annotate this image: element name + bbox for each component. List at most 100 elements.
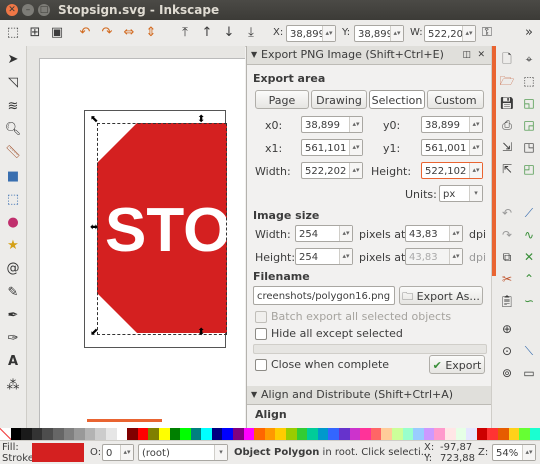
img-height-input[interactable]: 254 ▴▾ xyxy=(295,248,353,265)
palette-swatch[interactable] xyxy=(434,428,445,440)
palette-swatch[interactable] xyxy=(31,428,43,440)
snap-center-icon[interactable]: ◰ xyxy=(520,160,538,178)
palette-swatch[interactable] xyxy=(508,428,520,440)
horizontal-ruler[interactable] xyxy=(27,46,245,59)
x1-input[interactable]: 561,101 ▴▾ xyxy=(301,139,363,156)
overflow-icon[interactable]: » xyxy=(520,24,538,42)
palette-swatch[interactable] xyxy=(10,428,22,440)
palette-swatch[interactable] xyxy=(105,428,117,440)
redo-icon[interactable]: ↷ xyxy=(498,226,516,244)
canvas[interactable]: STO ⬉ ⬍ ⬌ ⬋ ⬍ xyxy=(27,46,245,428)
dialog-close-icon[interactable]: ✕ xyxy=(477,46,485,64)
collapse-icon[interactable]: ▼ xyxy=(251,46,257,64)
zoom-input[interactable]: 54% ▴▾ xyxy=(492,444,536,461)
export-icon[interactable]: ⇱ xyxy=(498,160,516,178)
palette-swatch[interactable] xyxy=(222,428,234,440)
zoom-selection-icon[interactable]: ⊕ xyxy=(498,320,516,338)
scale-handle-bottom-left[interactable]: ⬋ xyxy=(90,327,98,338)
print-icon[interactable]: ⎙ xyxy=(498,116,516,134)
deselect-icon[interactable]: ▣ xyxy=(48,24,66,42)
palette-none-swatch[interactable] xyxy=(0,428,11,440)
area-selection-button[interactable]: Selection xyxy=(369,90,425,109)
palette-swatch[interactable] xyxy=(497,428,509,440)
palette-swatch[interactable] xyxy=(95,428,106,440)
palette-swatch[interactable] xyxy=(349,428,361,440)
y-input[interactable]: 38,899 ▴▾ xyxy=(354,25,404,42)
snap-bbox-corner-icon[interactable]: ◲ xyxy=(520,116,538,134)
palette-swatch[interactable] xyxy=(444,428,456,440)
palette-swatch[interactable] xyxy=(328,428,339,440)
calligraphy-tool-icon[interactable]: ✑ xyxy=(3,329,23,349)
maximize-window-button[interactable]: □ xyxy=(38,4,50,16)
palette-swatch[interactable] xyxy=(201,428,212,440)
palette-swatch[interactable] xyxy=(413,428,424,440)
snap-bbox-icon[interactable]: ⬚ xyxy=(520,72,538,90)
paste-icon[interactable]: 📋︎ xyxy=(498,292,516,310)
palette-swatch[interactable] xyxy=(211,428,223,440)
tweak-tool-icon[interactable]: ≋ xyxy=(3,97,23,117)
palette-swatch[interactable] xyxy=(74,428,85,440)
node-tool-icon[interactable]: ◹ xyxy=(3,73,23,93)
vertical-ruler[interactable] xyxy=(27,58,40,428)
snap-path-icon[interactable]: ∿ xyxy=(520,226,538,244)
snap-midpoint-icon[interactable]: ◳ xyxy=(520,138,538,156)
copy-icon[interactable]: ⧉ xyxy=(498,248,516,266)
snap-smooth-icon[interactable]: ∽ xyxy=(520,292,538,310)
palette-swatch[interactable] xyxy=(360,428,371,440)
palette-swatch[interactable] xyxy=(317,428,329,440)
palette-swatch[interactable] xyxy=(487,428,498,440)
import-icon[interactable]: ⇲ xyxy=(498,138,516,156)
palette-swatch[interactable] xyxy=(476,428,488,440)
palette-swatch[interactable] xyxy=(339,428,350,440)
palette-swatch[interactable] xyxy=(42,428,53,440)
snap-intersection-icon[interactable]: ✕ xyxy=(520,248,538,266)
snap-guide-icon[interactable]: ⟍ xyxy=(520,342,538,360)
img-width-input[interactable]: 254 ▴▾ xyxy=(295,225,353,242)
palette-swatch[interactable] xyxy=(116,428,128,440)
zoom-tool-icon[interactable]: 🔍︎ xyxy=(3,120,23,140)
palette-swatch[interactable] xyxy=(233,428,244,440)
area-drawing-button[interactable]: Drawing xyxy=(311,90,367,109)
lower-icon[interactable]: ↓ xyxy=(220,24,238,42)
star-tool-icon[interactable]: ★ xyxy=(3,236,23,256)
snap-bbox-edge-icon[interactable]: ◱ xyxy=(520,94,538,112)
pencil-tool-icon[interactable]: ✎ xyxy=(3,283,23,303)
raise-to-top-icon[interactable]: ⤒ xyxy=(176,24,194,42)
units-select[interactable]: px ▾ xyxy=(439,185,483,202)
palette-swatch[interactable] xyxy=(307,428,318,440)
palette-swatch[interactable] xyxy=(423,428,435,440)
palette-swatch[interactable] xyxy=(243,428,255,440)
ellipse-tool-icon[interactable]: ● xyxy=(3,213,23,233)
palette-swatch[interactable] xyxy=(275,428,287,440)
spiral-tool-icon[interactable]: @ xyxy=(3,259,23,279)
palette-swatch[interactable] xyxy=(402,428,414,440)
raise-icon[interactable]: ↑ xyxy=(198,24,216,42)
minimize-window-button[interactable]: – xyxy=(22,4,34,16)
rectangle-tool-icon[interactable]: ■ xyxy=(3,167,23,187)
snap-nodes-icon[interactable]: ⟋ xyxy=(520,204,538,222)
palette-swatch[interactable] xyxy=(63,428,75,440)
export-as-button[interactable]: 🗀︎ Export As... xyxy=(399,286,483,305)
palette-swatch[interactable] xyxy=(466,428,477,440)
palette-swatch[interactable] xyxy=(381,428,392,440)
dpi-input[interactable]: 43,83 ▴▾ xyxy=(405,225,463,242)
palette-swatch[interactable] xyxy=(127,428,138,440)
open-document-icon[interactable]: 🗁︎ xyxy=(498,72,516,90)
height-input[interactable]: 522,102 ▴▾ xyxy=(421,162,483,179)
palette-swatch[interactable] xyxy=(529,428,540,440)
save-document-icon[interactable]: 💾︎ xyxy=(498,94,516,112)
horizontal-scrollbar[interactable] xyxy=(87,419,162,422)
palette-swatch[interactable] xyxy=(21,428,32,440)
palette-swatch[interactable] xyxy=(180,428,191,440)
select-all-icon[interactable]: ⬚ xyxy=(4,24,22,42)
palette-swatch[interactable] xyxy=(148,428,159,440)
y1-input[interactable]: 561,001 ▴▾ xyxy=(421,139,483,156)
palette-swatch[interactable] xyxy=(190,428,202,440)
scale-handle-top-left[interactable]: ⬉ xyxy=(90,114,98,125)
zoom-page-icon[interactable]: ⊚ xyxy=(498,364,516,382)
hide-all-checkbox[interactable] xyxy=(255,328,267,340)
export-button[interactable]: ✔ Export xyxy=(429,355,485,374)
palette-swatch[interactable] xyxy=(158,428,170,440)
snap-cusp-icon[interactable]: ⌃ xyxy=(520,270,538,288)
area-page-button[interactable]: Page xyxy=(255,90,309,109)
